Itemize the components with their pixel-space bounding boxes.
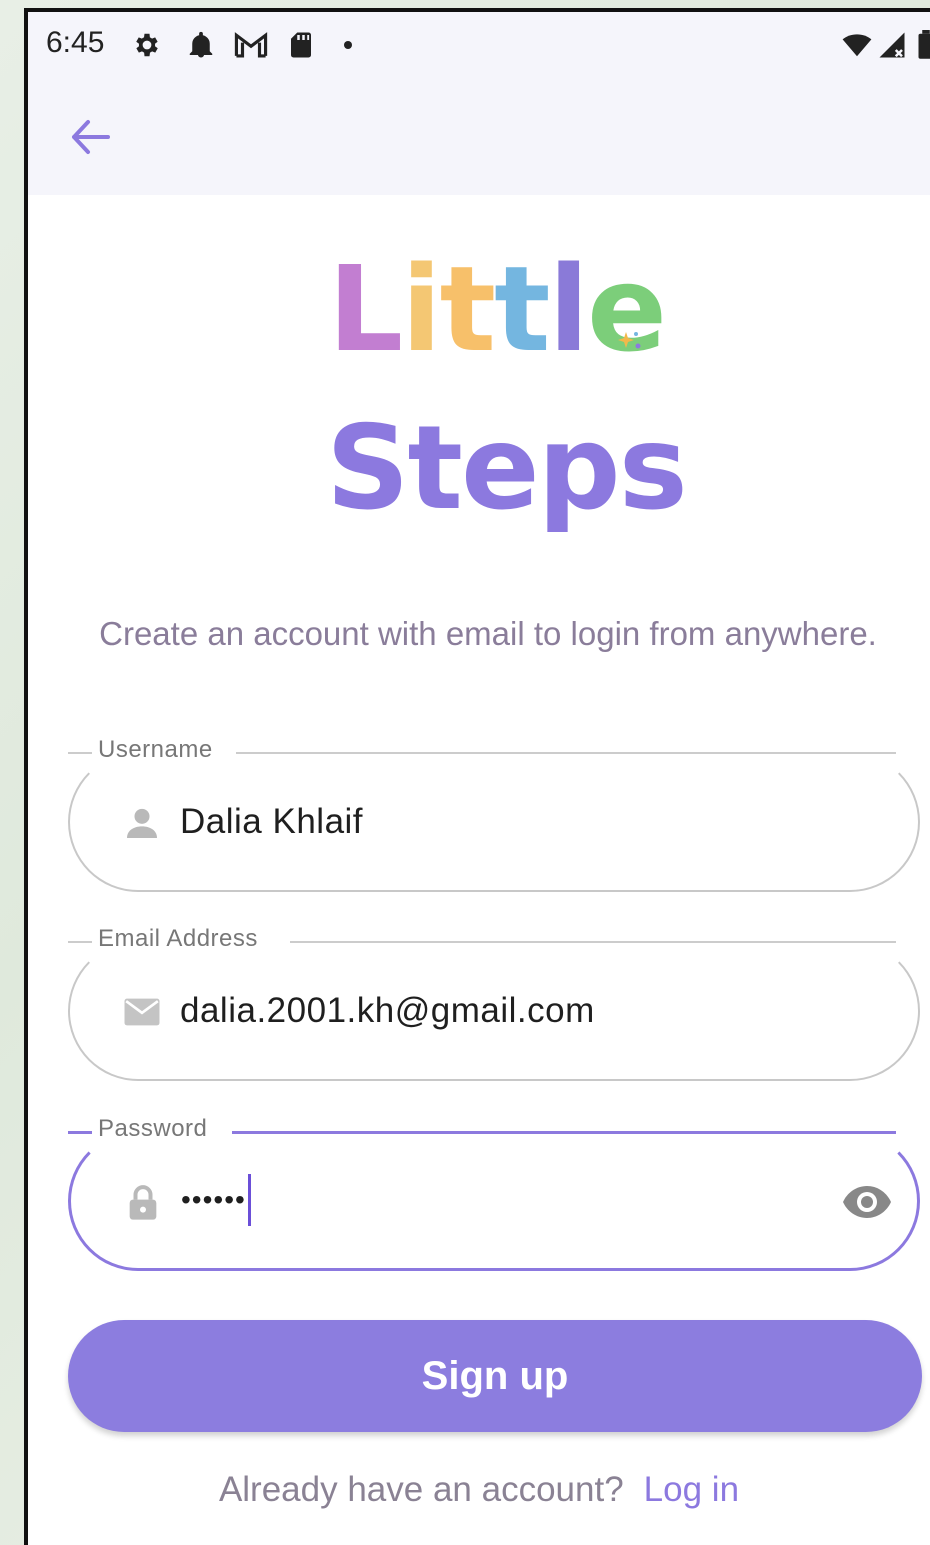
email-value: dalia.2001.kh@gmail.com	[180, 991, 595, 1030]
login-prompt: Already have an account? Log in	[28, 1470, 930, 1510]
sd-card-icon	[291, 32, 311, 58]
logo-letter: t	[439, 240, 496, 378]
gear-icon	[136, 33, 158, 57]
gmail-icon	[234, 32, 268, 58]
app-bar: 6:45	[28, 12, 930, 195]
login-prompt-text: Already have an account?	[218, 1470, 624, 1509]
sparkle-icon	[618, 332, 641, 349]
battery-icon	[918, 30, 930, 59]
lock-icon	[129, 1185, 157, 1220]
mail-icon	[124, 998, 160, 1026]
text-caret	[247, 1174, 251, 1226]
bell-icon	[189, 31, 213, 58]
email-field[interactable]: dalia.2001.kh@gmail.com	[68, 941, 920, 1081]
logo-little: Little	[328, 240, 667, 378]
password-label: Password	[92, 1115, 214, 1143]
username-value: Dalia Khlaif	[180, 802, 364, 841]
status-time: 6:45	[46, 26, 105, 59]
dot-icon	[344, 41, 352, 49]
person-icon	[127, 808, 157, 838]
signal-icon	[879, 32, 905, 58]
login-link[interactable]: Log in	[644, 1470, 739, 1509]
email-label: Email Address	[92, 925, 264, 953]
password-value: ••••••	[181, 1184, 246, 1215]
logo-letter: l	[548, 240, 589, 378]
logo-letter: i	[401, 240, 441, 378]
logo-steps: Steps	[326, 401, 688, 536]
username-label: Username	[92, 736, 219, 764]
logo-letter: L	[328, 240, 403, 378]
phone-screen: 6:45 Little Steps Create an account with…	[24, 8, 930, 1545]
wifi-icon	[842, 34, 872, 57]
subtitle: Create an account with email to login fr…	[99, 615, 877, 652]
password-value-wrap: ••••••	[181, 1174, 251, 1226]
username-field[interactable]: Dalia Khlaif	[68, 752, 920, 892]
eye-icon[interactable]	[841, 1180, 893, 1224]
back-button[interactable]	[62, 112, 118, 162]
sign-up-button[interactable]: Sign up	[68, 1320, 922, 1432]
logo-letter: t	[494, 240, 550, 378]
password-field[interactable]: ••••••	[68, 1131, 920, 1271]
